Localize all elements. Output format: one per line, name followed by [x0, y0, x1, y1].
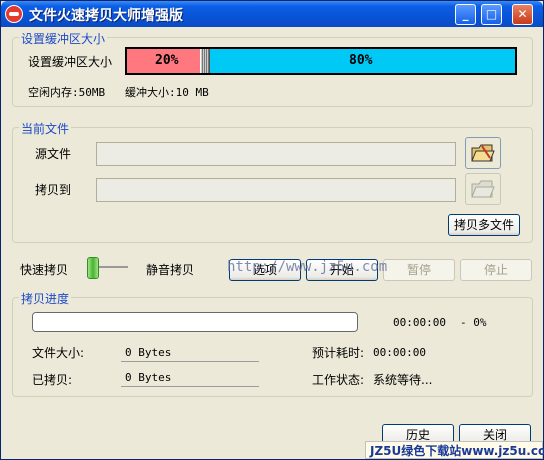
minimize-button[interactable]: _ — [455, 4, 476, 25]
copy-progress-bar — [32, 312, 358, 332]
source-file-label: 源文件 — [35, 147, 72, 161]
buffer-label: 设置缓冲区大小 — [28, 55, 113, 69]
maximize-button[interactable]: □ — [481, 4, 502, 25]
title-bar[interactable]: 文件火速拷贝大师增强版 _ □ ✕ — [1, 1, 543, 27]
copy-progress-fill — [33, 313, 357, 331]
download-site-badge: JZ5U绿色下载站www.jz5u.com — [365, 441, 544, 459]
site-watermark: http://www.jz5u.com — [227, 259, 388, 275]
file-size-label: 文件大小: — [32, 346, 85, 360]
status-label: 工作状态: — [312, 373, 365, 387]
folder-open-icon — [471, 144, 495, 162]
file-group-title: 当前文件 — [19, 120, 72, 137]
buffer-size-slider[interactable]: 20% 80% — [125, 47, 517, 75]
progress-group-title: 拷贝进度 — [19, 290, 72, 307]
copied-underline — [121, 386, 259, 387]
copy-mode-toggle[interactable] — [87, 257, 99, 279]
buffer-size-text: 缓冲大小:10 MB — [125, 86, 209, 99]
app-window: 文件火速拷贝大师增强版 _ □ ✕ 设置缓冲区大小 设置缓冲区大小 20% 80… — [0, 0, 544, 460]
source-file-field[interactable] — [96, 142, 456, 166]
buffer-group-title: 设置缓冲区大小 — [19, 30, 108, 47]
close-window-button[interactable]: ✕ — [512, 4, 533, 25]
browse-source-button[interactable] — [465, 137, 501, 169]
browse-destination-button[interactable] — [465, 173, 501, 205]
file-size-value: 0 Bytes — [125, 346, 172, 359]
destination-field[interactable] — [96, 178, 456, 202]
progress-percent: - 0% — [460, 316, 487, 329]
folder-icon — [471, 180, 495, 198]
copy-mode-track — [96, 266, 128, 268]
app-logo-icon — [5, 5, 23, 23]
free-memory-text: 空闲内存:50MB — [28, 86, 106, 99]
elapsed-time: 00:00:00 — [393, 316, 446, 329]
buffer-slider-handle[interactable] — [200, 49, 210, 73]
buffer-free-label: 80% — [349, 53, 373, 68]
eta-label: 预计耗时: — [312, 346, 365, 360]
fast-copy-label: 快速拷贝 — [20, 263, 69, 277]
stop-button[interactable]: 停止 — [460, 259, 532, 281]
eta-value: 00:00:00 — [373, 346, 426, 359]
pause-button[interactable]: 暂停 — [383, 259, 455, 281]
file-size-underline — [121, 361, 259, 362]
copied-label: 已拷贝: — [32, 373, 73, 387]
copy-multiple-files-button[interactable]: 拷贝多文件 — [448, 214, 520, 236]
status-value: 系统等待... — [373, 373, 433, 387]
destination-label: 拷贝到 — [35, 183, 72, 197]
copied-value: 0 Bytes — [125, 371, 172, 384]
silent-copy-label: 静音拷贝 — [146, 263, 195, 277]
buffer-used-label: 20% — [155, 53, 179, 68]
window-title: 文件火速拷贝大师增强版 — [29, 8, 183, 24]
